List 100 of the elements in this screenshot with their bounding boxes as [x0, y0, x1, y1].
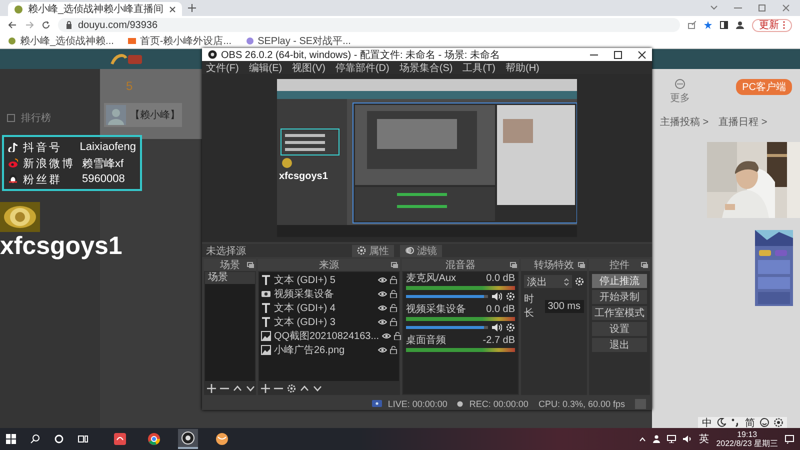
gear-icon[interactable]	[574, 277, 584, 286]
filter-icon	[405, 246, 414, 255]
record-dot-icon	[457, 400, 464, 406]
up-icon[interactable]	[300, 384, 309, 393]
text-icon	[261, 274, 271, 284]
undock-icon[interactable]	[391, 262, 398, 268]
add-icon[interactable]	[261, 384, 270, 393]
source-item[interactable]: 文本 (GDI+) 5	[259, 273, 399, 286]
control-button[interactable]: 停止推流	[592, 274, 648, 288]
circle-icon[interactable]	[54, 434, 64, 444]
site-icon	[128, 37, 136, 45]
close-icon[interactable]	[168, 6, 176, 12]
properties-button[interactable]: 属性	[352, 244, 394, 256]
info-label: 新浪微博	[23, 156, 76, 170]
control-button[interactable]: 工作室模式	[592, 306, 648, 320]
person-icon[interactable]	[653, 435, 660, 443]
gear-icon[interactable]	[506, 292, 516, 301]
plus-icon[interactable]	[188, 4, 196, 12]
avatar-icon	[106, 105, 126, 125]
back-icon[interactable]	[8, 21, 17, 29]
bookmark[interactable]: SEPlay - SE对战平...	[246, 34, 351, 48]
lock-icon	[66, 21, 72, 29]
link[interactable]: 直播日程 >	[718, 115, 768, 129]
up-icon[interactable]	[233, 384, 242, 393]
sidepanel-icon[interactable]	[720, 21, 728, 29]
menu-item[interactable]: 停靠部件(D)	[335, 60, 390, 74]
menu-item[interactable]: 场景集合(S)	[399, 60, 453, 74]
anchor-card[interactable]: 【赖小峰】	[104, 103, 182, 127]
close-icon[interactable]	[638, 50, 646, 58]
clock-time[interactable]: 19:13	[737, 430, 758, 439]
down-icon[interactable]	[246, 384, 255, 393]
restore-icon[interactable]	[758, 4, 766, 12]
info-label: 抖音号	[23, 140, 63, 154]
profile-icon[interactable]	[736, 21, 744, 29]
bookmark[interactable]: 首页-赖小峰外设店...	[128, 34, 232, 48]
menu-item[interactable]: 工具(T)	[462, 60, 496, 74]
channel-name: 麦克风/Aux	[406, 273, 456, 284]
ime-mode[interactable]: 简	[745, 416, 755, 430]
reload-icon[interactable]	[42, 21, 50, 29]
maximize-icon[interactable]	[614, 50, 622, 58]
gear-icon[interactable]	[287, 384, 296, 393]
filters-button[interactable]: 滤镜	[400, 244, 442, 256]
volume-slider[interactable]	[406, 295, 488, 298]
bookmark[interactable]: 赖小峰_选侦战神赖...	[8, 34, 114, 48]
source-item[interactable]: 文本 (GDI+) 4	[259, 301, 399, 314]
eye-icon	[378, 290, 387, 296]
menu-item[interactable]: 帮助(H)	[505, 60, 540, 74]
add-icon[interactable]	[207, 384, 216, 393]
volume-slider[interactable]	[406, 326, 488, 329]
share-icon[interactable]	[688, 21, 696, 29]
dock-title: 转场特效	[534, 258, 574, 272]
chevron-icon[interactable]	[710, 5, 718, 11]
more-circle-icon	[675, 79, 685, 89]
undock-icon[interactable]	[578, 262, 585, 268]
undock-icon[interactable]	[641, 262, 648, 268]
source-item[interactable]: 小峰广告26.png	[259, 343, 399, 356]
menu-item[interactable]: 编辑(E)	[248, 60, 282, 74]
ime-mode[interactable]: 中	[702, 416, 712, 430]
source-item[interactable]: 视频采集设备	[259, 287, 399, 300]
control-button[interactable]: 退出	[592, 338, 648, 352]
notification-icon[interactable]	[785, 434, 794, 444]
down-icon[interactable]	[313, 384, 322, 393]
moon-icon[interactable]	[717, 418, 726, 427]
link[interactable]: 主播投稿 >	[660, 115, 709, 129]
image-icon	[261, 330, 271, 340]
settings-icon[interactable]	[774, 418, 783, 427]
up-caret-icon[interactable]	[639, 436, 646, 442]
transition-select[interactable]: 淡出	[524, 275, 572, 288]
cpu-stats: CPU: 0.3%, 60.00 fps	[538, 398, 625, 408]
speaker-icon[interactable]	[492, 323, 502, 332]
control-button[interactable]: 开始录制	[592, 290, 648, 304]
menu-item[interactable]: 视图(V)	[292, 60, 326, 74]
record-icon[interactable]	[178, 429, 198, 449]
penguin-icon	[8, 174, 18, 184]
control-button[interactable]: 设置	[592, 322, 648, 336]
search-icon[interactable]	[30, 434, 40, 444]
gear-icon[interactable]	[506, 323, 516, 332]
update-button[interactable]: 更新	[752, 18, 792, 32]
sidebar-item[interactable]: 排行榜	[0, 111, 100, 125]
address-field[interactable]: douyu.com/93936	[58, 18, 680, 32]
task-view-icon[interactable]	[78, 434, 88, 444]
volume-icon[interactable]	[683, 435, 692, 443]
scene-item[interactable]: 场景	[205, 272, 255, 284]
duration-field[interactable]: 300 ms	[544, 300, 584, 312]
browser-tab[interactable]: 赖小峰_选侦战神赖小峰直播间	[8, 2, 182, 16]
punctuation-icon[interactable]	[731, 418, 740, 427]
source-item[interactable]: QQ截图20210824163...	[259, 329, 399, 342]
network-icon[interactable]	[667, 435, 676, 443]
language-indicator[interactable]: 英	[699, 432, 710, 446]
star-icon[interactable]	[704, 21, 712, 29]
source-item[interactable]: 文本 (GDI+) 3	[259, 315, 399, 328]
menu-item[interactable]: 文件(F)	[206, 60, 239, 74]
smiley-icon[interactable]	[760, 418, 769, 427]
windows-icon[interactable]	[6, 434, 16, 444]
undock-icon[interactable]	[510, 262, 518, 268]
speaker-icon[interactable]	[492, 292, 502, 301]
undock-icon[interactable]	[247, 262, 254, 268]
clock-date[interactable]: 2022/8/23 星期三	[716, 439, 778, 448]
eye-icon	[382, 332, 392, 338]
eye-icon	[378, 276, 387, 282]
